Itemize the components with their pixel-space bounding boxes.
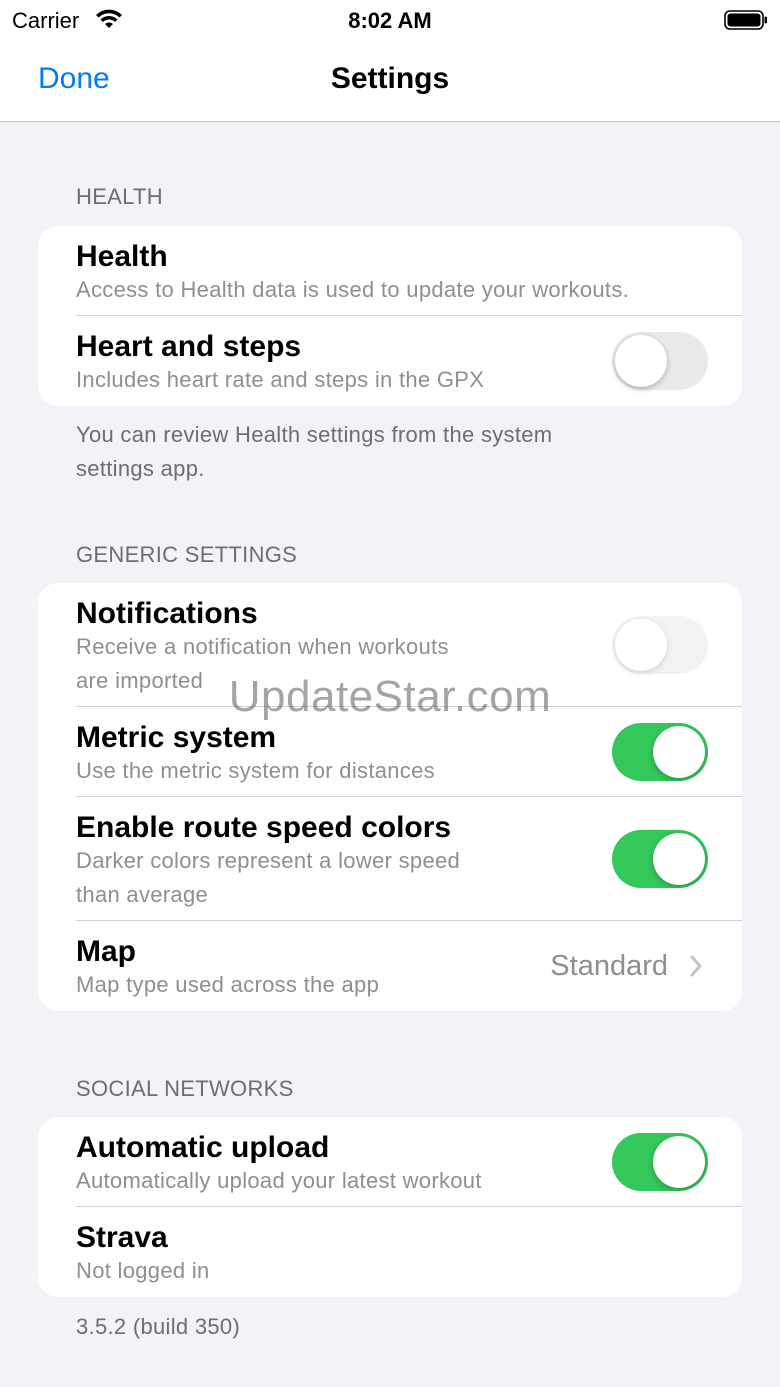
status-time: 8:02 AM [348, 8, 432, 33]
health-access-row[interactable]: Health Access to Health data is used to … [38, 226, 742, 316]
row-title: Notifications [76, 597, 258, 630]
row-title: Strava [76, 1221, 168, 1254]
settings-screen: Carrier 8:02 AM Done Settings HEALTH Hea… [0, 0, 780, 1387]
row-subtitle: Automatically upload your latest workout [76, 1168, 482, 1193]
row-title: Enable route speed colors [76, 811, 452, 844]
toggle-knob [653, 726, 705, 778]
chevron-right-icon [690, 955, 702, 977]
toggle-knob [615, 619, 667, 671]
toggle-knob [653, 1136, 705, 1188]
automatic-upload-row: Automatic upload Automatically upload yo… [38, 1117, 742, 1207]
row-subtitle: Map type used across the app [76, 972, 380, 997]
navigation-bar: Carrier 8:02 AM Done Settings [0, 0, 780, 122]
heart-steps-toggle[interactable] [612, 332, 708, 390]
row-subtitle: Includes heart rate and steps in the GPX [76, 367, 485, 392]
route-speed-colors-row: Enable route speed colors Darker colors … [38, 797, 742, 921]
map-type-row[interactable]: Map Map type used across the app Standar… [38, 921, 742, 1011]
row-title: Health [76, 240, 168, 273]
row-title: Automatic upload [76, 1131, 330, 1164]
section-header-generic: GENERIC SETTINGS [76, 542, 298, 567]
watermark: UpdateStar.com [228, 672, 552, 721]
health-card: Health Access to Health data is used to … [38, 226, 742, 406]
row-subtitle: Access to Health data is used to update … [76, 277, 630, 302]
row-subtitle: Darker colors represent a lower speed [76, 848, 461, 873]
toggle-knob [615, 335, 667, 387]
toggle-knob [653, 833, 705, 885]
generic-settings-card: Notifications Receive a notification whe… [38, 583, 742, 1011]
page-title: Settings [330, 62, 450, 95]
map-type-value: Standard [550, 950, 668, 982]
battery-icon [724, 10, 767, 30]
strava-row[interactable]: Strava Not logged in [38, 1207, 742, 1297]
version-label: 3.5.2 (build 350) [76, 1314, 241, 1339]
route-speed-colors-toggle[interactable] [612, 830, 708, 888]
automatic-upload-toggle[interactable] [612, 1133, 708, 1191]
row-title: Map [76, 935, 136, 968]
row-title: Heart and steps [76, 330, 302, 363]
section-header-social: SOCIAL NETWORKS [76, 1076, 294, 1101]
health-footer-line2: settings app. [76, 456, 205, 481]
row-subtitle: Use the metric system for distances [76, 758, 435, 783]
row-subtitle: Not logged in [76, 1258, 210, 1283]
social-networks-card: Automatic upload Automatically upload yo… [38, 1117, 742, 1297]
row-subtitle: Receive a notification when workouts [76, 634, 449, 659]
heart-steps-row: Heart and steps Includes heart rate and … [38, 316, 742, 406]
section-header-health: HEALTH [76, 184, 163, 209]
metric-system-toggle[interactable] [612, 723, 708, 781]
notifications-toggle[interactable] [612, 616, 708, 674]
health-footer-line1: You can review Health settings from the … [76, 422, 553, 447]
row-subtitle: than average [76, 882, 209, 907]
row-title: Metric system [76, 721, 277, 754]
